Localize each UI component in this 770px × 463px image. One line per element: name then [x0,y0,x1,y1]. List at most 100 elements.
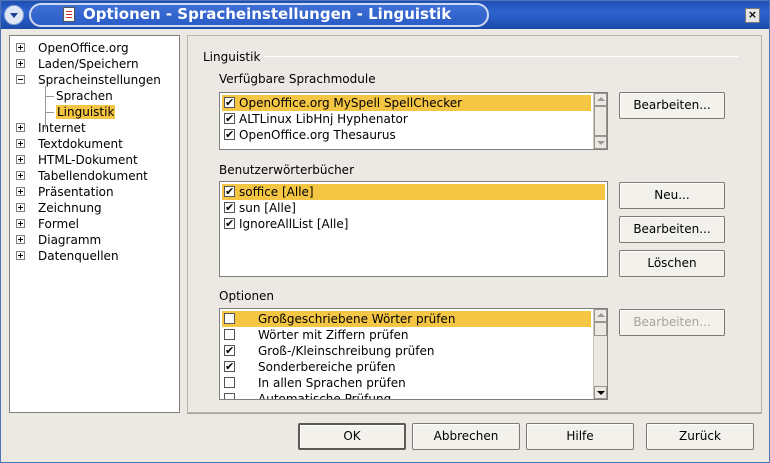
expand-icon[interactable] [16,171,25,180]
scroll-up-icon[interactable] [594,309,607,322]
tree-item[interactable]: Zeichnung [16,200,102,216]
tree-item[interactable]: Linguistik [56,104,116,120]
list-item-label: IgnoreAllList [Alle] [239,217,349,231]
document-icon [63,7,75,22]
expand-icon[interactable] [16,251,25,260]
tree-item[interactable]: Sprachen [56,88,113,104]
tree-item-label: OpenOffice.org [38,41,129,55]
scroll-up-icon[interactable] [594,93,607,106]
dictionary-edit-button[interactable]: Bearbeiten... [619,216,725,243]
list-item-label: soffice [Alle] [239,185,314,199]
tree-item[interactable]: OpenOffice.org [16,40,129,56]
list-item[interactable]: Automatische Prüfung [222,391,591,400]
ok-button[interactable]: OK [298,423,406,450]
tree-item[interactable]: Präsentation [16,184,114,200]
collapse-icon[interactable] [16,75,25,84]
close-button[interactable]: × [745,8,760,23]
tree-item-label: Laden/Speichern [38,57,139,71]
modules-label: Verfügbare Sprachmodule [219,72,376,86]
tree-item[interactable]: Tabellendokument [16,168,148,184]
unchecked-checkbox[interactable] [224,393,235,399]
checked-checkbox[interactable]: ✔ [224,113,235,124]
expand-icon[interactable] [16,155,25,164]
cancel-button[interactable]: Abbrechen [412,423,520,450]
list-item[interactable]: ✔ OpenOffice.org Thesaurus [222,127,591,143]
list-scrollbar[interactable] [593,93,607,149]
tree-item-label: Diagramm [38,233,102,247]
window-menu-icon[interactable] [4,5,24,25]
list-item[interactable]: ✔ Sonderbereiche prüfen [222,359,591,375]
tree-item[interactable]: Formel [16,216,79,232]
scroll-down-icon[interactable] [594,386,607,399]
list-item-label: Großgeschriebene Wörter prüfen [258,312,456,326]
unchecked-checkbox[interactable] [224,377,235,388]
expand-icon[interactable] [16,123,25,132]
list-scrollbar[interactable] [593,309,607,399]
tree-item-label: Tabellendokument [38,169,148,183]
tree-item[interactable]: HTML-Dokument [16,152,138,168]
dictionaries-list[interactable]: ✔ soffice [Alle] ✔ sun [Alle] ✔ IgnoreAllList… [219,181,608,277]
expand-icon[interactable] [16,219,25,228]
list-item[interactable]: ✔ IgnoreAllList [Alle] [222,216,605,232]
tree-item-label: Sprachen [56,89,113,103]
expand-icon[interactable] [16,187,25,196]
checked-checkbox[interactable]: ✔ [224,361,235,372]
options-label: Optionen [219,289,275,303]
unchecked-checkbox[interactable] [224,329,235,340]
list-item[interactable]: Großgeschriebene Wörter prüfen [222,311,591,327]
expand-icon[interactable] [16,139,25,148]
expand-icon[interactable] [16,203,25,212]
dictionary-new-button[interactable]: Neu... [619,182,725,209]
expand-icon[interactable] [16,43,25,52]
checked-checkbox[interactable]: ✔ [224,218,235,229]
tree-item-label: HTML-Dokument [38,153,138,167]
tree-item-label: Präsentation [38,185,114,199]
checked-checkbox[interactable]: ✔ [224,129,235,140]
group-divider [264,56,738,57]
scroll-thumb[interactable] [594,106,607,136]
back-button[interactable]: Zurück [646,423,754,450]
list-item-label: Sonderbereiche prüfen [258,360,396,374]
options-tree: OpenOffice.org Laden/Speichern Spracheinst… [9,35,180,413]
options-dialog: Optionen - Spracheinstellungen - Linguis… [0,0,770,463]
checked-checkbox[interactable]: ✔ [224,345,235,356]
tree-item[interactable]: Datenquellen [16,248,119,264]
list-item[interactable]: ✔ Groß-/Kleinschreibung prüfen [222,343,591,359]
list-item[interactable]: ✔ sun [Alle] [222,200,605,216]
checked-checkbox[interactable]: ✔ [224,186,235,197]
list-item[interactable]: ✔ soffice [Alle] [222,184,605,200]
unchecked-checkbox[interactable] [224,313,235,324]
title-bar: Optionen - Spracheinstellungen - Linguis… [1,1,769,29]
tree-item[interactable]: Textdokument [16,136,123,152]
modules-list[interactable]: ✔ OpenOffice.org MySpell SpellChecker ✔ ALT… [219,92,608,150]
scroll-down-icon[interactable] [594,136,607,149]
tree-connector [45,96,54,97]
tree-item-label: Zeichnung [38,201,102,215]
expand-icon[interactable] [16,235,25,244]
window-title: Optionen - Spracheinstellungen - Linguis… [83,5,452,23]
list-item-label: sun [Alle] [239,201,296,215]
scroll-thumb[interactable] [594,322,607,336]
options-edit-button[interactable]: Bearbeiten... [619,309,725,336]
list-item[interactable]: In allen Sprachen prüfen [222,375,591,391]
tree-item[interactable]: Spracheinstellungen [16,72,161,88]
tree-item-label: Textdokument [38,137,123,151]
expand-icon[interactable] [16,59,25,68]
tree-connector [45,86,46,129]
modules-edit-button[interactable]: Bearbeiten... [619,92,725,119]
tree-item[interactable]: Laden/Speichern [16,56,139,72]
tree-item-label: Spracheinstellungen [38,73,161,87]
checked-checkbox[interactable]: ✔ [224,202,235,213]
options-list[interactable]: Großgeschriebene Wörter prüfen Wörter mit… [219,308,608,400]
tree-item[interactable]: Internet [16,120,86,136]
list-item[interactable]: ✔ ALTLinux LibHnj Hyphenator [222,111,591,127]
group-title: Linguistik [203,50,261,64]
tree-item[interactable]: Diagramm [16,232,101,248]
list-item[interactable]: ✔ OpenOffice.org MySpell SpellChecker [222,95,591,111]
help-button[interactable]: Hilfe [526,423,634,450]
dictionary-delete-button[interactable]: Löschen [619,250,725,277]
checked-checkbox[interactable]: ✔ [224,97,235,108]
list-item-label: ALTLinux LibHnj Hyphenator [239,112,408,126]
list-item[interactable]: Wörter mit Ziffern prüfen [222,327,591,343]
list-item-label: Automatische Prüfung [258,392,392,400]
